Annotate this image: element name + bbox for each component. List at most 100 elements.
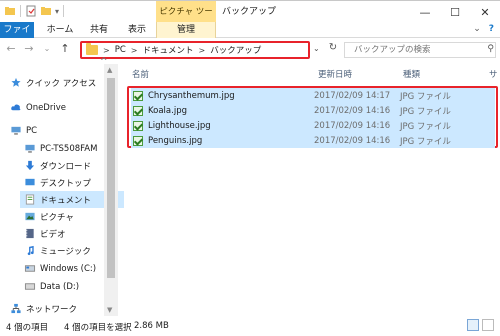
back-button[interactable]: ← bbox=[4, 42, 18, 56]
nav-item-label: OneDrive bbox=[26, 102, 66, 113]
table-row[interactable]: Lighthouse.jpg 2017/02/09 14:16 JPG ファイル bbox=[131, 118, 495, 133]
tab-share[interactable]: 共有 bbox=[84, 22, 114, 38]
nav-item-label: ピクチャ bbox=[40, 212, 74, 223]
file-name: Penguins.jpg bbox=[148, 135, 203, 146]
column-header-size[interactable]: サ bbox=[489, 68, 498, 80]
collapse-ribbon-icon[interactable]: ⌄ bbox=[473, 24, 481, 34]
refresh-button[interactable]: ↻ bbox=[326, 42, 340, 56]
up-button[interactable]: ↑ bbox=[58, 42, 72, 56]
folder-icon[interactable] bbox=[4, 5, 16, 17]
large-icons-view-icon[interactable] bbox=[482, 319, 494, 331]
nav-item-onedrive[interactable]: OneDrive bbox=[10, 99, 114, 116]
separator bbox=[63, 5, 65, 17]
monitor-icon bbox=[25, 144, 35, 153]
item-count: 4 個の項目 bbox=[6, 323, 49, 333]
help-icon[interactable]: ? bbox=[489, 24, 494, 34]
drive-icon bbox=[24, 265, 36, 272]
view-buttons bbox=[467, 319, 494, 331]
column-header-name[interactable]: 名前 bbox=[132, 68, 149, 80]
address-dropdown-button[interactable]: ⌄ bbox=[313, 44, 320, 53]
nav-item-quick-access[interactable]: クイック アクセス bbox=[10, 74, 114, 91]
file-type: JPG ファイル bbox=[400, 121, 451, 132]
sort-indicator: ^ bbox=[100, 57, 108, 67]
window-title: バックアップ bbox=[222, 7, 277, 17]
desktop-icon bbox=[25, 178, 35, 186]
nav-item-label: ドキュメント bbox=[40, 195, 92, 206]
tab-manage[interactable]: 管理 bbox=[156, 22, 216, 38]
jpg-file-icon bbox=[133, 90, 143, 101]
file-name: Chrysanthemum.jpg bbox=[148, 90, 235, 101]
breadcrumb-separator: > bbox=[198, 45, 206, 55]
separator bbox=[20, 5, 21, 17]
breadcrumb-pc[interactable]: PC bbox=[115, 45, 126, 55]
nav-item-label: ミュージック bbox=[40, 246, 91, 257]
address-bar-row: ← → ⌄ ↑ > PC > ドキュメント > バックアップ ⌄ ↻ ⚲ bbox=[0, 39, 500, 61]
column-header-date[interactable]: 更新日時 bbox=[318, 68, 352, 80]
folder-icon bbox=[86, 43, 98, 55]
breadcrumb-backup[interactable]: バックアップ bbox=[210, 44, 261, 56]
breadcrumb-documents[interactable]: ドキュメント bbox=[142, 44, 193, 56]
nav-item-label: クイック アクセス bbox=[26, 78, 97, 89]
tab-home[interactable]: ホーム bbox=[42, 22, 78, 38]
file-type: JPG ファイル bbox=[400, 106, 451, 117]
maximize-button[interactable]: ☐ bbox=[440, 1, 470, 23]
file-name: Lighthouse.jpg bbox=[148, 120, 211, 131]
search-icon[interactable]: ⚲ bbox=[487, 44, 494, 54]
tab-view[interactable]: 表示 bbox=[122, 22, 152, 38]
nav-item-network[interactable]: ネットワーク bbox=[10, 300, 114, 317]
ribbon-right-controls: ⌄ ? bbox=[473, 24, 494, 34]
document-icon bbox=[25, 194, 35, 205]
check-icon bbox=[133, 90, 143, 101]
jpg-file-icon bbox=[133, 105, 143, 116]
file-type: JPG ファイル bbox=[400, 91, 451, 102]
download-icon bbox=[25, 160, 35, 171]
column-header-type[interactable]: 種類 bbox=[403, 68, 420, 80]
nav-item-pc[interactable]: PC bbox=[10, 122, 114, 139]
details-view-icon[interactable] bbox=[467, 319, 479, 331]
check-icon bbox=[133, 120, 143, 131]
forward-button[interactable]: → bbox=[22, 42, 36, 56]
network-icon bbox=[11, 303, 21, 314]
close-button[interactable]: ✕ bbox=[470, 1, 500, 23]
nav-item-label: Data (D:) bbox=[40, 281, 80, 292]
selected-size: 2.86 MB bbox=[134, 321, 169, 331]
search-input[interactable] bbox=[344, 42, 496, 58]
table-row[interactable]: Penguins.jpg 2017/02/09 14:16 JPG ファイル bbox=[131, 133, 495, 148]
check-icon bbox=[133, 135, 143, 146]
jpg-file-icon bbox=[133, 135, 143, 146]
picture-tools-context-tab: ピクチャ ツール bbox=[156, 1, 216, 39]
address-bar[interactable]: > PC > ドキュメント > バックアップ bbox=[80, 41, 310, 59]
file-date: 2017/02/09 14:16 bbox=[314, 120, 391, 131]
selected-count: 4 個の項目を選択 bbox=[64, 323, 132, 333]
nav-item-label: PC-TS508FAM bbox=[40, 143, 98, 154]
recent-locations-button[interactable]: ⌄ bbox=[40, 42, 54, 56]
breadcrumb-separator: > bbox=[130, 45, 138, 55]
nav-pane-scrollbar[interactable]: ▲ ▼ bbox=[104, 64, 118, 316]
file-date: 2017/02/09 14:16 bbox=[314, 135, 391, 146]
properties-icon[interactable] bbox=[25, 5, 37, 17]
window-controls: — ☐ ✕ bbox=[410, 1, 500, 23]
file-date: 2017/02/09 14:17 bbox=[314, 90, 391, 101]
ribbon-tabs: ファイル ホーム 共有 表示 管理 ⌄ ? bbox=[0, 22, 500, 51]
music-icon bbox=[27, 245, 34, 256]
jpg-file-icon bbox=[133, 120, 143, 131]
drive-icon bbox=[24, 283, 36, 290]
star-icon bbox=[11, 77, 21, 87]
new-folder-icon[interactable] bbox=[40, 5, 52, 17]
navigation-pane: クイック アクセス OneDrive PC PC-TS508FAM ダウンロード… bbox=[0, 64, 124, 317]
file-type: JPG ファイル bbox=[400, 136, 451, 147]
nav-item-label: ダウンロード bbox=[40, 161, 92, 172]
scroll-down-arrow[interactable]: ▼ bbox=[107, 306, 112, 314]
cloud-icon bbox=[11, 104, 21, 111]
quick-access-toolbar: ▾ bbox=[4, 5, 65, 17]
minimize-button[interactable]: — bbox=[410, 1, 440, 23]
nav-item-label: Windows (C:) bbox=[40, 263, 97, 274]
status-bar: 4 個の項目 4 個の項目を選択 2.86 MB bbox=[0, 316, 500, 336]
table-row[interactable]: Chrysanthemum.jpg 2017/02/09 14:17 JPG フ… bbox=[131, 88, 495, 103]
scroll-thumb[interactable] bbox=[107, 78, 115, 278]
table-row[interactable]: Koala.jpg 2017/02/09 14:16 JPG ファイル bbox=[131, 103, 495, 118]
tab-file[interactable]: ファイル bbox=[0, 22, 34, 51]
video-icon bbox=[26, 228, 34, 239]
scroll-up-arrow[interactable]: ▲ bbox=[107, 66, 112, 74]
customize-toolbar-icon[interactable]: ▾ bbox=[55, 7, 59, 16]
